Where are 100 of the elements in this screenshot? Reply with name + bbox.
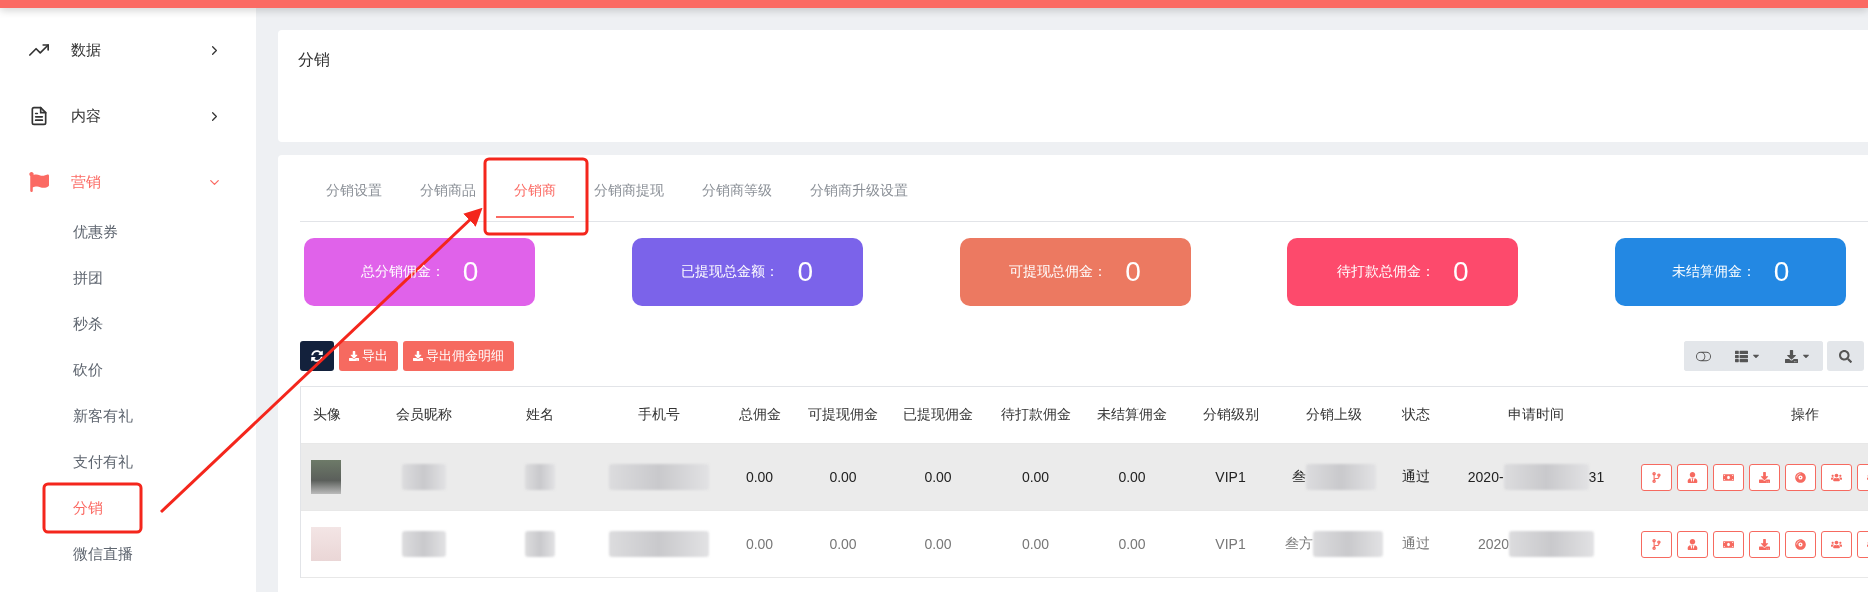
- action-button[interactable]: [1821, 530, 1852, 558]
- download-icon: [413, 351, 423, 361]
- table-cell-text: 0.00: [744, 469, 775, 485]
- users-icon: [1831, 471, 1842, 483]
- column-header: 可提现佣金: [807, 406, 879, 424]
- sidebar-item[interactable]: 数据: [0, 17, 256, 83]
- column-header: 操作: [1790, 406, 1820, 424]
- redacted-text: [402, 464, 446, 490]
- table-cell-text: 0.00: [1020, 469, 1051, 485]
- banknote-icon: [1723, 471, 1734, 483]
- action-button[interactable]: [1713, 463, 1744, 491]
- user-icon: [1687, 538, 1698, 550]
- tab[interactable]: 分销商等级: [684, 163, 790, 218]
- action-button[interactable]: [1713, 530, 1744, 558]
- fork-icon: [1651, 471, 1662, 483]
- table-cell-text: 0.00: [923, 469, 953, 485]
- download-icon: [1759, 471, 1770, 483]
- avatar-photo: [311, 527, 341, 561]
- sidebar-subitem[interactable]: 微信直播: [0, 531, 256, 577]
- table-cell-text: 0.00: [1117, 469, 1147, 485]
- column-header: 姓名: [525, 406, 555, 424]
- stat-label: 已提现总金额：: [681, 263, 780, 281]
- users-icon: [1831, 538, 1842, 550]
- sidebar-subitem[interactable]: 拼团: [0, 255, 256, 301]
- sidebar-subitem[interactable]: 支付有礼: [0, 439, 256, 485]
- search-icon: [1839, 349, 1852, 363]
- sidebar-subitem[interactable]: 砍价: [0, 347, 256, 393]
- action-button[interactable]: [1749, 463, 1780, 491]
- column-header: 未结算佣金: [1096, 406, 1168, 424]
- column-header: 头像: [312, 406, 342, 424]
- table-cell-text: 通过: [1400, 535, 1431, 553]
- table-cell: 叁: [1292, 468, 1306, 486]
- stat-value: 0: [462, 256, 479, 288]
- download-icon: [1759, 538, 1770, 550]
- table-cell-text: 通过: [1400, 468, 1431, 486]
- column-header: 待打款佣金: [999, 406, 1072, 424]
- refresh-button[interactable]: [300, 341, 334, 371]
- download-icon: [1785, 349, 1798, 363]
- stat-label: 未结算佣金：: [1671, 263, 1756, 281]
- search-button[interactable]: [1827, 341, 1864, 371]
- action-button[interactable]: [1785, 530, 1816, 558]
- table-cell: 叁方: [1285, 535, 1313, 553]
- export-button[interactable]: 导出: [339, 341, 398, 371]
- tab[interactable]: 分销商升级设置: [792, 163, 926, 218]
- stat-value: 0: [1773, 256, 1790, 288]
- fork-icon: [1651, 538, 1662, 550]
- table-cell-text: 0.00: [1020, 536, 1051, 552]
- table-cell-text: VIP1: [1214, 469, 1247, 485]
- user-icon: [1687, 471, 1698, 483]
- action-button[interactable]: [1641, 530, 1672, 558]
- tab[interactable]: 分销商品: [402, 163, 494, 218]
- action-button[interactable]: [1821, 463, 1852, 491]
- redacted-text: [1306, 464, 1376, 490]
- action-button[interactable]: [1641, 463, 1672, 491]
- stat-value: 0: [797, 256, 814, 288]
- tab[interactable]: 分销商: [496, 163, 574, 218]
- table-cell: 2020: [1477, 536, 1510, 552]
- action-button[interactable]: [1677, 463, 1708, 491]
- export-button[interactable]: 导出佣金明细: [403, 341, 514, 371]
- redacted-text: [525, 464, 555, 490]
- stat-value: 0: [1452, 256, 1469, 288]
- document-icon: [29, 106, 49, 126]
- download-icon: [349, 351, 359, 361]
- redacted-text: [525, 531, 555, 557]
- sidebar-item[interactable]: 内容: [0, 83, 256, 149]
- tab[interactable]: 分销设置: [308, 163, 400, 218]
- table-cell: 31: [1588, 469, 1605, 485]
- stat-label: 可提现总佣金：: [1009, 263, 1108, 281]
- action-button[interactable]: [1677, 530, 1708, 558]
- action-button[interactable]: [1785, 463, 1816, 491]
- column-header: 手机号: [637, 406, 681, 424]
- stat-label: 待打款总佣金：: [1336, 263, 1435, 281]
- column-header: 状态: [1400, 406, 1431, 424]
- tab[interactable]: 分销商提现: [576, 163, 682, 218]
- flag-icon: [29, 172, 49, 192]
- banknote-icon: [1723, 538, 1734, 550]
- refresh-icon: [311, 350, 323, 362]
- column-header: 分销级别: [1201, 406, 1260, 424]
- sidebar-subitem[interactable]: 新客有礼: [0, 393, 256, 439]
- column-header: 总佣金: [737, 406, 782, 424]
- list-icon: [1735, 349, 1748, 363]
- avatar-photo: [311, 460, 341, 494]
- table-cell-text: 0.00: [1117, 536, 1147, 552]
- sidebar-subitem[interactable]: 秒杀: [0, 301, 256, 347]
- table-cell-text: VIP1: [1214, 536, 1247, 552]
- table-cell: 2020-: [1467, 469, 1504, 485]
- redacted-text: [1313, 531, 1383, 557]
- column-header: 分销上级: [1305, 406, 1363, 424]
- stat-value: 0: [1125, 256, 1141, 288]
- page-title: 分销: [298, 50, 331, 70]
- table-cell-text: 0.00: [828, 469, 858, 485]
- redacted-text: [402, 531, 446, 557]
- column-header: 已提现佣金: [902, 406, 974, 424]
- action-button[interactable]: [1749, 530, 1780, 558]
- column-header: 会员昵称: [395, 406, 453, 424]
- table-cell-text: 0.00: [923, 536, 953, 552]
- column-header: 申请时间: [1507, 406, 1565, 424]
- table-cell-text: 0.00: [744, 536, 775, 552]
- table-cell-text: 0.00: [828, 536, 858, 552]
- sidebar-subitem[interactable]: 分销: [0, 485, 256, 531]
